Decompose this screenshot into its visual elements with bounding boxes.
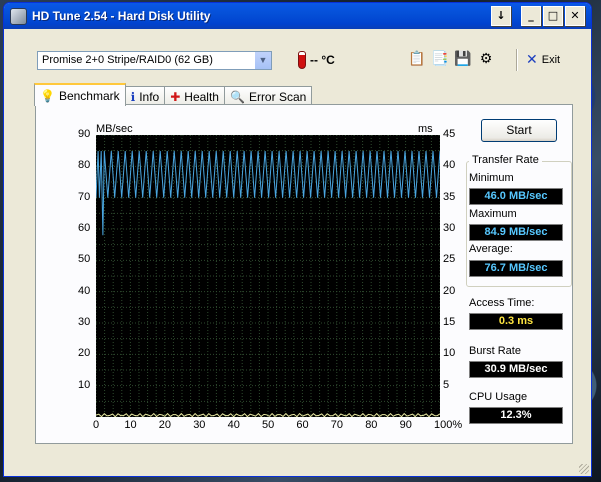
tab-error-scan[interactable]: 🔍 Error Scan [223,86,313,106]
exit-label: Exit [541,54,561,66]
maximize-button[interactable]: □ [543,6,563,26]
y-right-tick-label: 35 [443,190,456,203]
cpu-usage-value: 12.3% [469,407,563,424]
access-time-label: Access Time: [469,297,535,309]
chevron-down-icon[interactable]: ▼ [254,52,271,69]
minimum-label: Minimum [469,172,514,184]
window-title: HD Tune 2.54 - Hard Disk Utility [32,9,211,23]
y-right-tick-label: 45 [443,128,456,140]
copy-screenshot-icon[interactable]: 📑 [431,50,449,68]
burst-rate-label: Burst Rate [469,345,521,357]
x-tick-label: 10 [124,419,137,431]
access-time-value: 0.3 ms [469,313,563,330]
options-icon[interactable]: ⚙ [477,50,495,68]
exit-icon: ✕ [526,52,538,68]
y-right-tick-label: 5 [443,378,450,391]
bulb-icon: 💡 [40,88,55,103]
burst-rate-value: 30.9 MB/sec [469,361,563,378]
transfer-rate-title: Transfer Rate [469,154,542,166]
y-left-tick-label: 20 [78,347,91,360]
minimum-value: 46.0 MB/sec [469,188,563,205]
y-left-tick-label: 70 [78,190,91,203]
y-right-tick-label: 10 [443,347,456,360]
app-icon [10,7,27,25]
thermometer-icon [298,51,306,69]
benchmark-panel: MB/sec ms 0 10 20 30 40 50 60 70 80 90 100% 90 80 70 6… [35,104,573,444]
cpu-usage-label: CPU Usage [469,391,528,403]
y-left-tick-label: 30 [78,316,91,328]
x-tick-label: 0 [93,419,100,431]
tab-label: Benchmark [58,88,120,103]
x-tick-label: 90 [399,419,412,431]
x-tick-label: 20 [158,419,172,431]
download-button[interactable]: ↓ [491,6,511,26]
x-tick-label: 80 [365,419,378,431]
tab-label: Error Scan [248,89,307,104]
x-tick-label: 30 [193,419,206,431]
resize-grip-icon[interactable] [579,464,589,474]
maximum-label: Maximum [469,208,517,220]
y-right-tick-label: 25 [443,253,456,266]
magnifier-icon: 🔍 [229,89,245,104]
x-tick-label: 100% [434,419,463,431]
y-right-tick-label: 20 [443,284,456,297]
y-left-tick-label: 80 [78,159,91,172]
tab-info[interactable]: ℹ Info [124,86,166,106]
y-left-tick-label: 50 [78,253,91,266]
toolbar: Promise 2+0 Stripe/RAID0 (62 GB) ▼ -- °C… [4,43,591,79]
y-left-tick-label: 40 [78,284,91,297]
exit-button[interactable]: ✕ Exit [526,52,560,68]
app-window: HD Tune 2.54 - Hard Disk Utility ↓ _ □ ✕… [3,2,592,477]
tab-label: Health [184,89,219,104]
y-right-axis-label: ms [418,123,433,135]
info-icon: ℹ [130,89,136,104]
tab-benchmark[interactable]: 💡 Benchmark [34,83,126,106]
minimize-button[interactable]: _ [521,6,541,26]
tab-bar: 💡 Benchmark ℹ Info ✚ Health 🔍 Error Scan [34,83,313,106]
y-left-axis-label: MB/sec [96,123,133,135]
y-left-tick-label: 60 [78,222,91,234]
drive-select[interactable]: Promise 2+0 Stripe/RAID0 (62 GB) ▼ [37,51,272,70]
drive-select-value: Promise 2+0 Stripe/RAID0 (62 GB) [42,54,213,66]
start-button[interactable]: Start [481,119,557,142]
average-label: Average: [469,243,513,255]
save-icon[interactable]: 💾 [454,50,472,68]
average-value: 76.7 MB/sec [469,260,563,277]
health-cross-icon: ✚ [170,89,181,104]
benchmark-chart: MB/sec ms 0 10 20 30 40 50 60 70 80 90 100% 90 80 70 6… [70,123,462,431]
maximum-value: 84.9 MB/sec [469,224,563,241]
x-tick-label: 50 [262,419,275,431]
toolbar-separator [516,49,518,71]
y-left-tick-label: 90 [78,128,91,140]
y-right-tick-label: 40 [443,159,456,172]
x-tick-label: 60 [296,419,309,431]
status-bar [4,462,591,476]
x-tick-label: 70 [330,419,344,431]
y-left-tick-label: 10 [78,378,91,391]
tab-label: Info [139,89,160,104]
temperature-value: -- °C [310,53,335,67]
tab-health[interactable]: ✚ Health [164,86,225,106]
temperature-display: -- °C [298,51,335,69]
y-right-tick-label: 15 [443,316,456,328]
chart-plot [96,135,440,417]
x-tick-label: 40 [227,419,240,431]
copy-text-icon[interactable]: 📋 [408,50,426,68]
close-button[interactable]: ✕ [565,6,585,26]
y-right-tick-label: 30 [443,222,456,234]
title-bar[interactable]: HD Tune 2.54 - Hard Disk Utility ↓ _ □ ✕ [4,3,591,29]
